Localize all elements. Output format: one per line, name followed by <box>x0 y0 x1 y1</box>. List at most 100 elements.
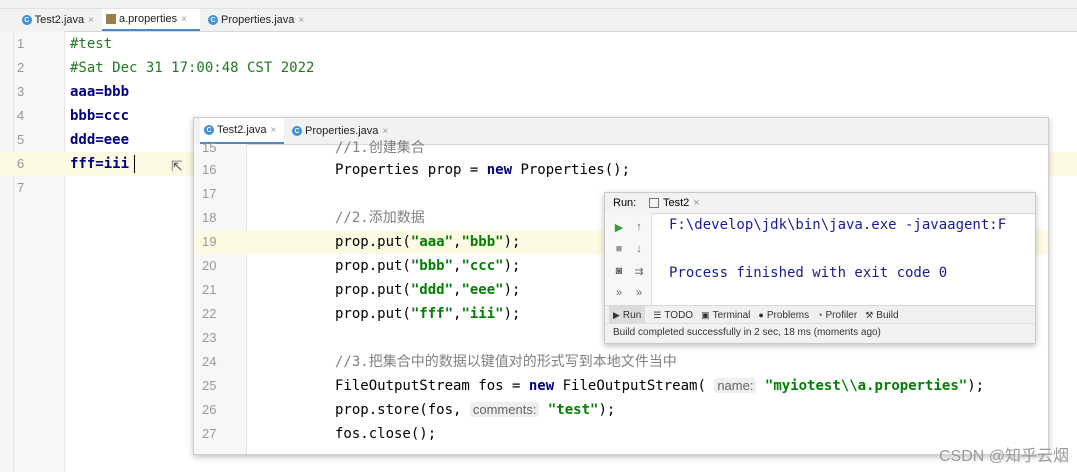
soft-wrap-icon[interactable]: ⇉ <box>631 263 647 279</box>
line-code: prop.put("fff","iii"); <box>335 306 521 322</box>
line-number: 3 <box>17 84 25 99</box>
code-line: 1 #test <box>17 32 1077 56</box>
status-bar-message: Build completed successfully in 2 sec, 1… <box>605 323 1035 343</box>
run-icon: ▶ <box>613 309 620 320</box>
line-number: 21 <box>202 282 217 297</box>
run-tab-test2[interactable]: Test2 × <box>649 195 700 211</box>
more-icon[interactable]: » <box>611 285 627 301</box>
line-number: 19 <box>202 234 217 249</box>
terminal-icon: ▣ <box>701 309 710 320</box>
line-number: 4 <box>17 108 25 123</box>
tool-window-tabs: ▶ Run ☰ TODO ▣ Terminal ● Problems ◔ Profiler… <box>605 305 1035 324</box>
code-line: 26 prop.store(fos, comments: "test"); <box>194 398 1048 422</box>
line-text: #test <box>70 36 113 52</box>
title-bar <box>0 0 1077 9</box>
line-number: 1 <box>17 36 25 51</box>
console-line: F:\develop\jdk\bin\java.exe -javaagent:F <box>669 217 1007 233</box>
line-number: 16 <box>202 162 217 177</box>
tool-tab-profiler[interactable]: ◔ Profiler <box>817 310 857 321</box>
line-code: //3.把集合中的数据以键值对的形式写到本地文件当中 <box>335 354 677 370</box>
tab-label: Build <box>876 309 899 321</box>
tab-label: Test2.java <box>34 14 85 26</box>
code-line: 15 //1.创建集合 <box>194 136 1048 160</box>
line-number: 20 <box>202 258 217 273</box>
java-class-icon: C <box>22 15 32 25</box>
line-number: 6 <box>17 156 25 171</box>
tab-label: Problems <box>766 309 810 321</box>
tab-label: TODO <box>664 309 694 321</box>
line-number: 17 <box>202 186 217 201</box>
line-code: prop.put("aaa","bbb"); <box>335 234 521 250</box>
tab-label: a.properties <box>119 13 178 25</box>
stop-icon[interactable]: ■ <box>611 241 627 257</box>
properties-file-icon <box>106 14 116 24</box>
line-number: 7 <box>17 180 25 195</box>
line-text: bbb=ccc <box>70 108 130 124</box>
code-line: 16 Properties prop = new Properties(); <box>194 158 1048 182</box>
camera-icon[interactable]: ◙ <box>611 263 627 279</box>
tab-label: Run <box>622 309 642 321</box>
line-code: //1.创建集合 <box>335 140 425 156</box>
line-number: 27 <box>202 426 217 441</box>
watermark: CSDN @知乎云烟 <box>938 448 1069 465</box>
list-icon: ☰ <box>653 309 662 320</box>
line-code: Properties prop = new Properties(); <box>335 162 631 178</box>
more-icon[interactable]: » <box>631 285 647 301</box>
line-code: prop.store(fos, comments: "test"); <box>335 402 616 418</box>
tab-a-properties[interactable]: a.properties × <box>102 9 200 31</box>
tab-properties-java[interactable]: C Properties.java × <box>204 9 310 31</box>
code-line: 3 aaa=bbb <box>17 80 1077 104</box>
run-tab-label: Test2 <box>663 197 690 209</box>
code-line: 24 //3.把集合中的数据以键值对的形式写到本地文件当中 <box>194 350 1048 374</box>
tab-test2-java[interactable]: C Test2.java × <box>18 9 98 31</box>
mouse-pointer-icon: ⇱ <box>171 158 183 174</box>
line-number: 5 <box>17 132 25 147</box>
close-icon[interactable]: × <box>298 15 304 26</box>
line-number: 2 <box>17 60 25 75</box>
tab-label: Terminal <box>712 309 751 321</box>
arrow-down-icon[interactable]: ↓ <box>631 241 647 257</box>
hammer-icon: ⚒ <box>865 309 874 320</box>
line-code: //2.添加数据 <box>335 210 425 226</box>
line-text: ddd=eee <box>70 132 130 148</box>
line-code: FileOutputStream fos = new FileOutputStr… <box>335 378 985 394</box>
line-text: #Sat Dec 31 17:00:48 CST 2022 <box>70 60 315 76</box>
project-side-strip <box>0 31 14 472</box>
tab-label: Properties.java <box>221 14 295 26</box>
code-line: 25 FileOutputStream fos = new FileOutput… <box>194 374 1048 398</box>
tool-tab-problems[interactable]: ● Problems <box>758 310 809 321</box>
line-code: prop.put("ddd","eee"); <box>335 282 521 298</box>
info-icon: ● <box>758 310 764 320</box>
code-line: 27 fos.close(); <box>194 422 1048 446</box>
rerun-icon[interactable]: ▶ <box>611 219 627 235</box>
close-icon[interactable]: × <box>181 14 187 25</box>
run-header: Run: Test2 × <box>605 193 1035 214</box>
arrow-up-icon[interactable]: ↑ <box>631 219 647 235</box>
run-tool-window: Run: Test2 × ▶ ↑ ■ ↓ ◙ ⇉ » » F:\develop\… <box>604 192 1036 344</box>
line-number: 15 <box>202 140 217 155</box>
console-line: Process finished with exit code 0 <box>669 265 948 281</box>
tool-tab-terminal[interactable]: ▣ Terminal <box>701 310 750 321</box>
line-number: 23 <box>202 330 217 345</box>
close-icon[interactable]: × <box>88 15 94 26</box>
run-config-icon <box>649 198 659 208</box>
code-line: 2 #Sat Dec 31 17:00:48 CST 2022 <box>17 56 1077 80</box>
line-code: prop.put("bbb","ccc"); <box>335 258 521 274</box>
line-number: 26 <box>202 402 217 417</box>
tool-tab-run[interactable]: ▶ Run <box>609 306 646 324</box>
java-class-icon: C <box>208 15 218 25</box>
tool-tab-build[interactable]: ⚒ Build <box>865 310 898 321</box>
close-icon[interactable]: × <box>693 197 699 209</box>
run-label: Run: <box>613 197 637 209</box>
run-toolbar: ▶ ↑ ■ ↓ ◙ ⇉ » » <box>605 213 652 305</box>
line-text: aaa=bbb <box>70 84 130 100</box>
line-number: 18 <box>202 210 217 225</box>
line-text: fff=iii <box>70 156 130 172</box>
back-editor-tabs: C Test2.java × a.properties × C Properti… <box>0 9 1077 32</box>
console-output[interactable]: F:\develop\jdk\bin\java.exe -javaagent:F… <box>669 213 1035 305</box>
line-number: 24 <box>202 354 217 369</box>
text-caret <box>134 155 135 173</box>
tool-tab-todo[interactable]: ☰ TODO <box>653 310 693 321</box>
line-code: fos.close(); <box>335 426 437 442</box>
profiler-icon: ◔ <box>817 310 823 320</box>
